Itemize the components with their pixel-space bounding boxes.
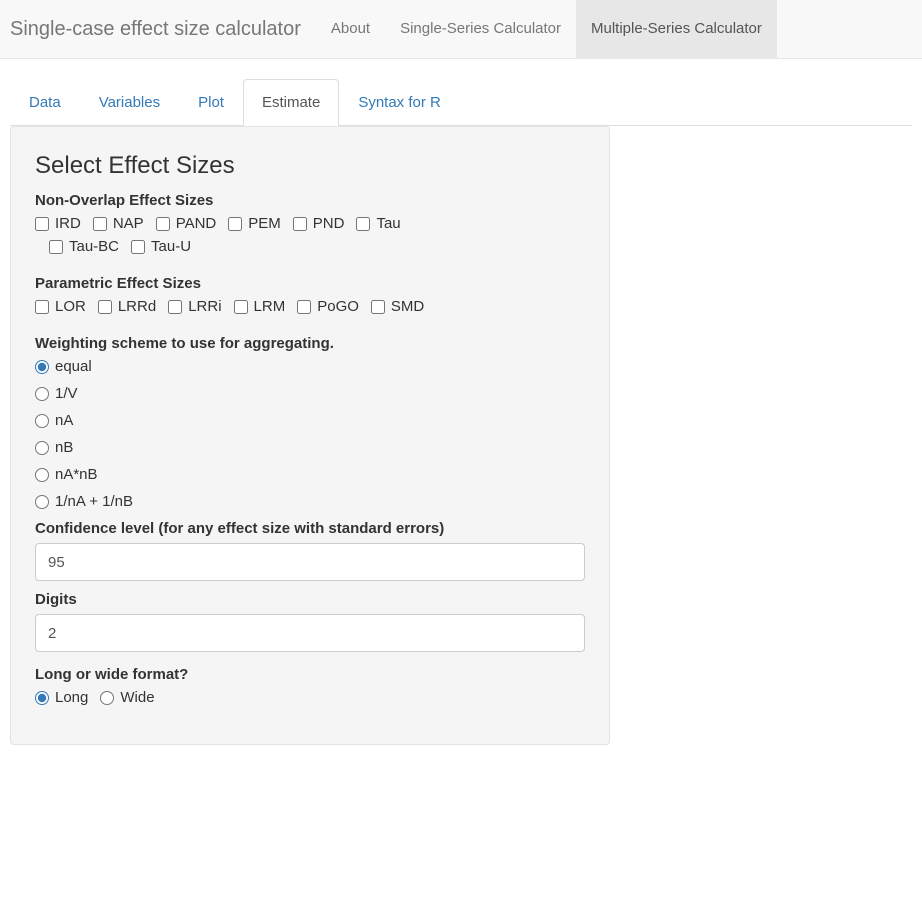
nav-tabs: DataVariablesPlotEstimateSyntax for R — [10, 79, 912, 126]
panel-heading: Select Effect Sizes — [35, 152, 585, 180]
checkbox-pand[interactable]: PAND — [156, 215, 217, 232]
radio-weight-5[interactable]: 1/nA + 1/nB — [35, 493, 585, 510]
nav-about[interactable]: About — [316, 0, 385, 58]
checkbox-input-nap[interactable] — [93, 217, 107, 231]
checkbox-input-pnd[interactable] — [293, 217, 307, 231]
checkbox-pem[interactable]: PEM — [228, 215, 281, 232]
radio-input-format-long[interactable] — [35, 691, 49, 705]
checkbox-tau-u[interactable]: Tau-U — [131, 238, 191, 255]
confidence-label: Confidence level (for any effect size wi… — [35, 520, 585, 537]
checkbox-input-lor[interactable] — [35, 300, 49, 314]
radio-weight-3[interactable]: nB — [35, 439, 585, 456]
tab-variables[interactable]: Variables — [80, 79, 179, 126]
checkbox-tau-bc[interactable]: Tau-BC — [49, 238, 119, 255]
navbar: Single-case effect size calculator About… — [0, 0, 922, 59]
tab-data[interactable]: Data — [10, 79, 80, 126]
checkbox-tau[interactable]: Tau — [356, 215, 400, 232]
navbar-nav: AboutSingle-Series CalculatorMultiple-Se… — [316, 0, 777, 58]
radio-format-wide[interactable]: Wide — [100, 689, 154, 706]
nonoverlap-label: Non-Overlap Effect Sizes — [35, 192, 585, 209]
radio-input-weight-1[interactable] — [35, 387, 49, 401]
parametric-label: Parametric Effect Sizes — [35, 275, 585, 292]
radio-input-weight-3[interactable] — [35, 441, 49, 455]
checkbox-input-lrrd[interactable] — [98, 300, 112, 314]
checkbox-lor[interactable]: LOR — [35, 298, 86, 315]
radio-weight-0[interactable]: equal — [35, 358, 585, 375]
format-group: Long Wide — [35, 689, 585, 712]
weighting-label: Weighting scheme to use for aggregating. — [35, 335, 585, 352]
checkbox-lrri[interactable]: LRRi — [168, 298, 221, 315]
checkbox-input-tau[interactable] — [356, 217, 370, 231]
radio-weight-1[interactable]: 1/V — [35, 385, 585, 402]
checkbox-smd[interactable]: SMD — [371, 298, 424, 315]
checkbox-lrm[interactable]: LRM — [234, 298, 286, 315]
navbar-brand: Single-case effect size calculator — [10, 2, 316, 56]
radio-input-weight-2[interactable] — [35, 414, 49, 428]
radio-input-format-wide[interactable] — [100, 691, 114, 705]
checkbox-input-lrri[interactable] — [168, 300, 182, 314]
checkbox-pnd[interactable]: PND — [293, 215, 345, 232]
checkbox-input-pand[interactable] — [156, 217, 170, 231]
checkbox-input-pogo[interactable] — [297, 300, 311, 314]
radio-format-long[interactable]: Long — [35, 689, 88, 706]
digits-label: Digits — [35, 591, 585, 608]
nav-multiple-series-calculator[interactable]: Multiple-Series Calculator — [576, 0, 777, 58]
radio-input-weight-4[interactable] — [35, 468, 49, 482]
checkbox-input-tau-u[interactable] — [131, 240, 145, 254]
checkbox-ird[interactable]: IRD — [35, 215, 81, 232]
radio-weight-2[interactable]: nA — [35, 412, 585, 429]
checkbox-pogo[interactable]: PoGO — [297, 298, 359, 315]
radio-input-weight-5[interactable] — [35, 495, 49, 509]
checkbox-input-ird[interactable] — [35, 217, 49, 231]
radio-weight-4[interactable]: nA*nB — [35, 466, 585, 483]
nonoverlap-group: IRD NAP PAND PEM PND Tau Tau-BC Tau-U — [35, 215, 585, 261]
radio-input-weight-0[interactable] — [35, 360, 49, 374]
checkbox-input-lrm[interactable] — [234, 300, 248, 314]
tab-plot[interactable]: Plot — [179, 79, 243, 126]
digits-input[interactable] — [35, 614, 585, 652]
nav-single-series-calculator[interactable]: Single-Series Calculator — [385, 0, 576, 58]
parametric-group: LOR LRRd LRRi LRM PoGO SMD — [35, 298, 585, 321]
tab-syntax-for-r[interactable]: Syntax for R — [339, 79, 460, 126]
confidence-input[interactable] — [35, 543, 585, 581]
checkbox-nap[interactable]: NAP — [93, 215, 144, 232]
format-label: Long or wide format? — [35, 666, 585, 683]
tab-estimate[interactable]: Estimate — [243, 79, 339, 126]
checkbox-lrrd[interactable]: LRRd — [98, 298, 156, 315]
checkbox-input-tau-bc[interactable] — [49, 240, 63, 254]
estimate-panel: Select Effect Sizes Non-Overlap Effect S… — [10, 126, 610, 745]
checkbox-input-pem[interactable] — [228, 217, 242, 231]
weighting-group: equal 1/V nA nB nA*nB 1/nA + 1/nB — [35, 358, 585, 510]
tabs-container: DataVariablesPlotEstimateSyntax for R — [0, 79, 922, 126]
checkbox-input-smd[interactable] — [371, 300, 385, 314]
